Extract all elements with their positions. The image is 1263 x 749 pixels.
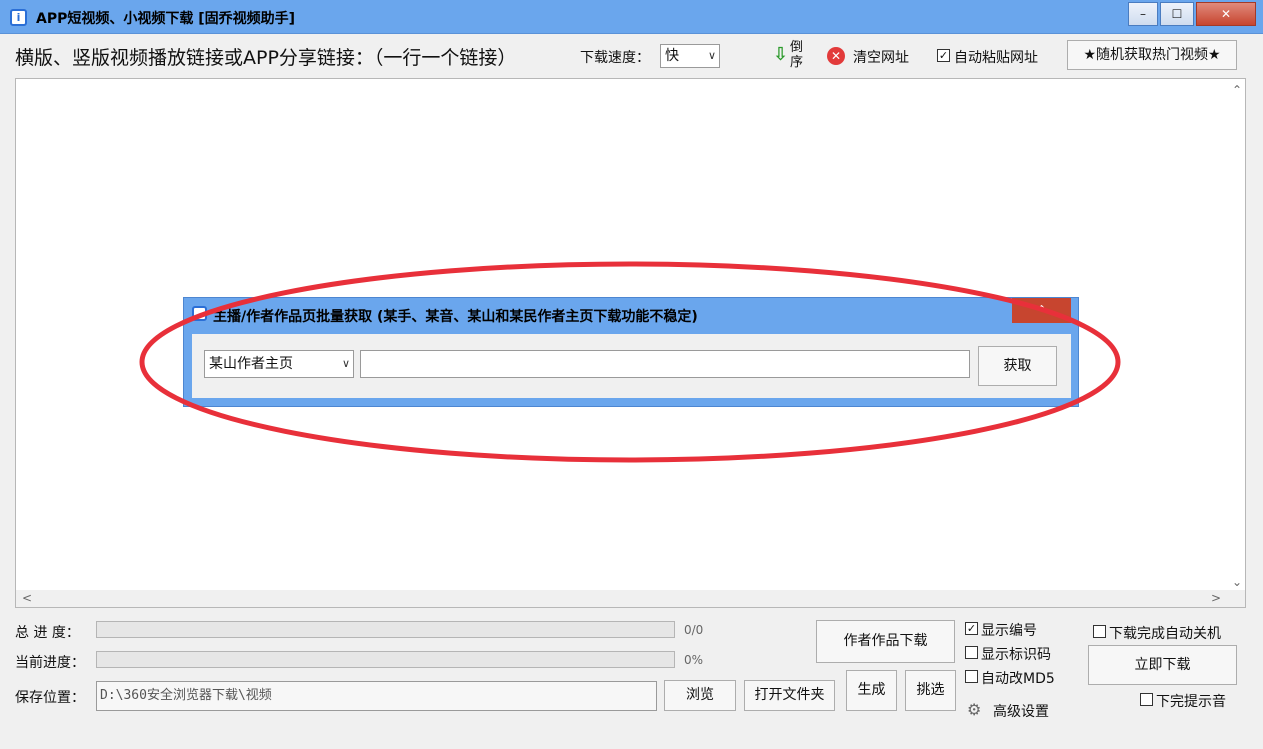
- total-progress-label: 总 进 度：: [15, 625, 80, 641]
- auto-paste-label: 自动粘贴网址: [954, 50, 1038, 66]
- dialog-info-icon: [192, 306, 207, 321]
- current-progress-label: 当前进度：: [15, 655, 85, 671]
- window-title: APP短视频、小视频下载 [固乔视频助手]: [36, 11, 296, 27]
- current-progress-value: 0%: [684, 653, 704, 667]
- dialog-collapse-button[interactable]: ⌃: [1012, 298, 1071, 323]
- download-now-button[interactable]: 立即下载: [1088, 645, 1237, 685]
- scroll-down-icon[interactable]: ⌄: [1232, 575, 1242, 589]
- app-info-icon: i: [10, 9, 27, 26]
- author-url-input[interactable]: [360, 350, 970, 378]
- pick-button[interactable]: 挑选: [905, 670, 956, 711]
- random-hot-video-button[interactable]: ★随机获取热门视频★: [1067, 40, 1237, 70]
- auto-shutdown-checkbox[interactable]: [1093, 625, 1106, 638]
- close-button[interactable]: ✕: [1196, 2, 1256, 26]
- advanced-settings-link[interactable]: 高级设置: [993, 701, 1049, 721]
- done-sound-checkbox[interactable]: [1140, 693, 1153, 706]
- clear-urls-button[interactable]: 清空网址: [853, 47, 909, 67]
- generate-button[interactable]: 生成: [846, 670, 897, 711]
- author-batch-dialog: 主播/作者作品页批量获取 (某手、某音、某山和某民作者主页下载功能不稳定) ⌃ …: [183, 297, 1079, 407]
- auto-shutdown-label: 下载完成自动关机: [1109, 626, 1221, 642]
- browse-button[interactable]: 浏览: [664, 680, 736, 711]
- author-source-value: 某山作者主页: [209, 356, 293, 372]
- vertical-scrollbar[interactable]: ⌃ ⌄: [1228, 79, 1245, 591]
- done-sound-label: 下完提示音: [1156, 694, 1226, 710]
- current-progress-bar: [96, 651, 675, 668]
- gear-icon[interactable]: ⚙: [967, 700, 981, 719]
- total-progress-bar: [96, 621, 675, 638]
- reverse-order-button[interactable]: 倒序: [790, 40, 806, 70]
- maximize-button[interactable]: ☐: [1160, 2, 1194, 26]
- save-path-input[interactable]: D:\360安全浏览器下载\视频: [96, 681, 657, 711]
- link-input-prompt: 横版、竖版视频播放链接或APP分享链接：（一行一个链接）: [15, 47, 517, 69]
- scroll-up-icon[interactable]: ⌃: [1232, 83, 1242, 97]
- total-progress-value: 0/0: [684, 623, 704, 637]
- download-speed-label: 下载速度：: [580, 50, 650, 66]
- show-number-label: 显示编号: [981, 623, 1037, 639]
- chevron-down-icon: ∨: [707, 49, 716, 62]
- save-location-label: 保存位置：: [15, 690, 85, 706]
- auto-paste-checkbox[interactable]: ✓: [937, 49, 950, 62]
- download-speed-select[interactable]: 快 ∨: [660, 44, 720, 68]
- author-source-select[interactable]: 某山作者主页 ∨: [204, 350, 354, 378]
- auto-md5-label: 自动改MD5: [981, 671, 1055, 687]
- arrow-down-icon[interactable]: ⇩: [773, 44, 788, 65]
- show-id-checkbox[interactable]: [965, 646, 978, 659]
- chevron-down-icon: ∨: [341, 357, 350, 370]
- show-id-label: 显示标识码: [981, 647, 1051, 663]
- open-folder-button[interactable]: 打开文件夹: [744, 680, 835, 711]
- dialog-title: 主播/作者作品页批量获取 (某手、某音、某山和某民作者主页下载功能不稳定): [213, 309, 698, 325]
- horizontal-scrollbar[interactable]: < >: [16, 590, 1245, 607]
- minimize-button[interactable]: –: [1128, 2, 1158, 26]
- download-speed-value: 快: [665, 48, 679, 64]
- author-works-download-button[interactable]: 作者作品下载: [816, 620, 955, 663]
- title-bar: i APP短视频、小视频下载 [固乔视频助手] – ☐ ✕: [0, 0, 1263, 34]
- fetch-button[interactable]: 获取: [978, 346, 1057, 386]
- auto-md5-checkbox[interactable]: [965, 670, 978, 683]
- show-number-checkbox[interactable]: ✓: [965, 622, 978, 635]
- clear-icon[interactable]: ✕: [827, 47, 845, 65]
- scroll-left-icon[interactable]: <: [22, 591, 32, 605]
- scroll-right-icon[interactable]: >: [1211, 591, 1221, 605]
- dialog-body: 某山作者主页 ∨ 获取: [192, 334, 1071, 398]
